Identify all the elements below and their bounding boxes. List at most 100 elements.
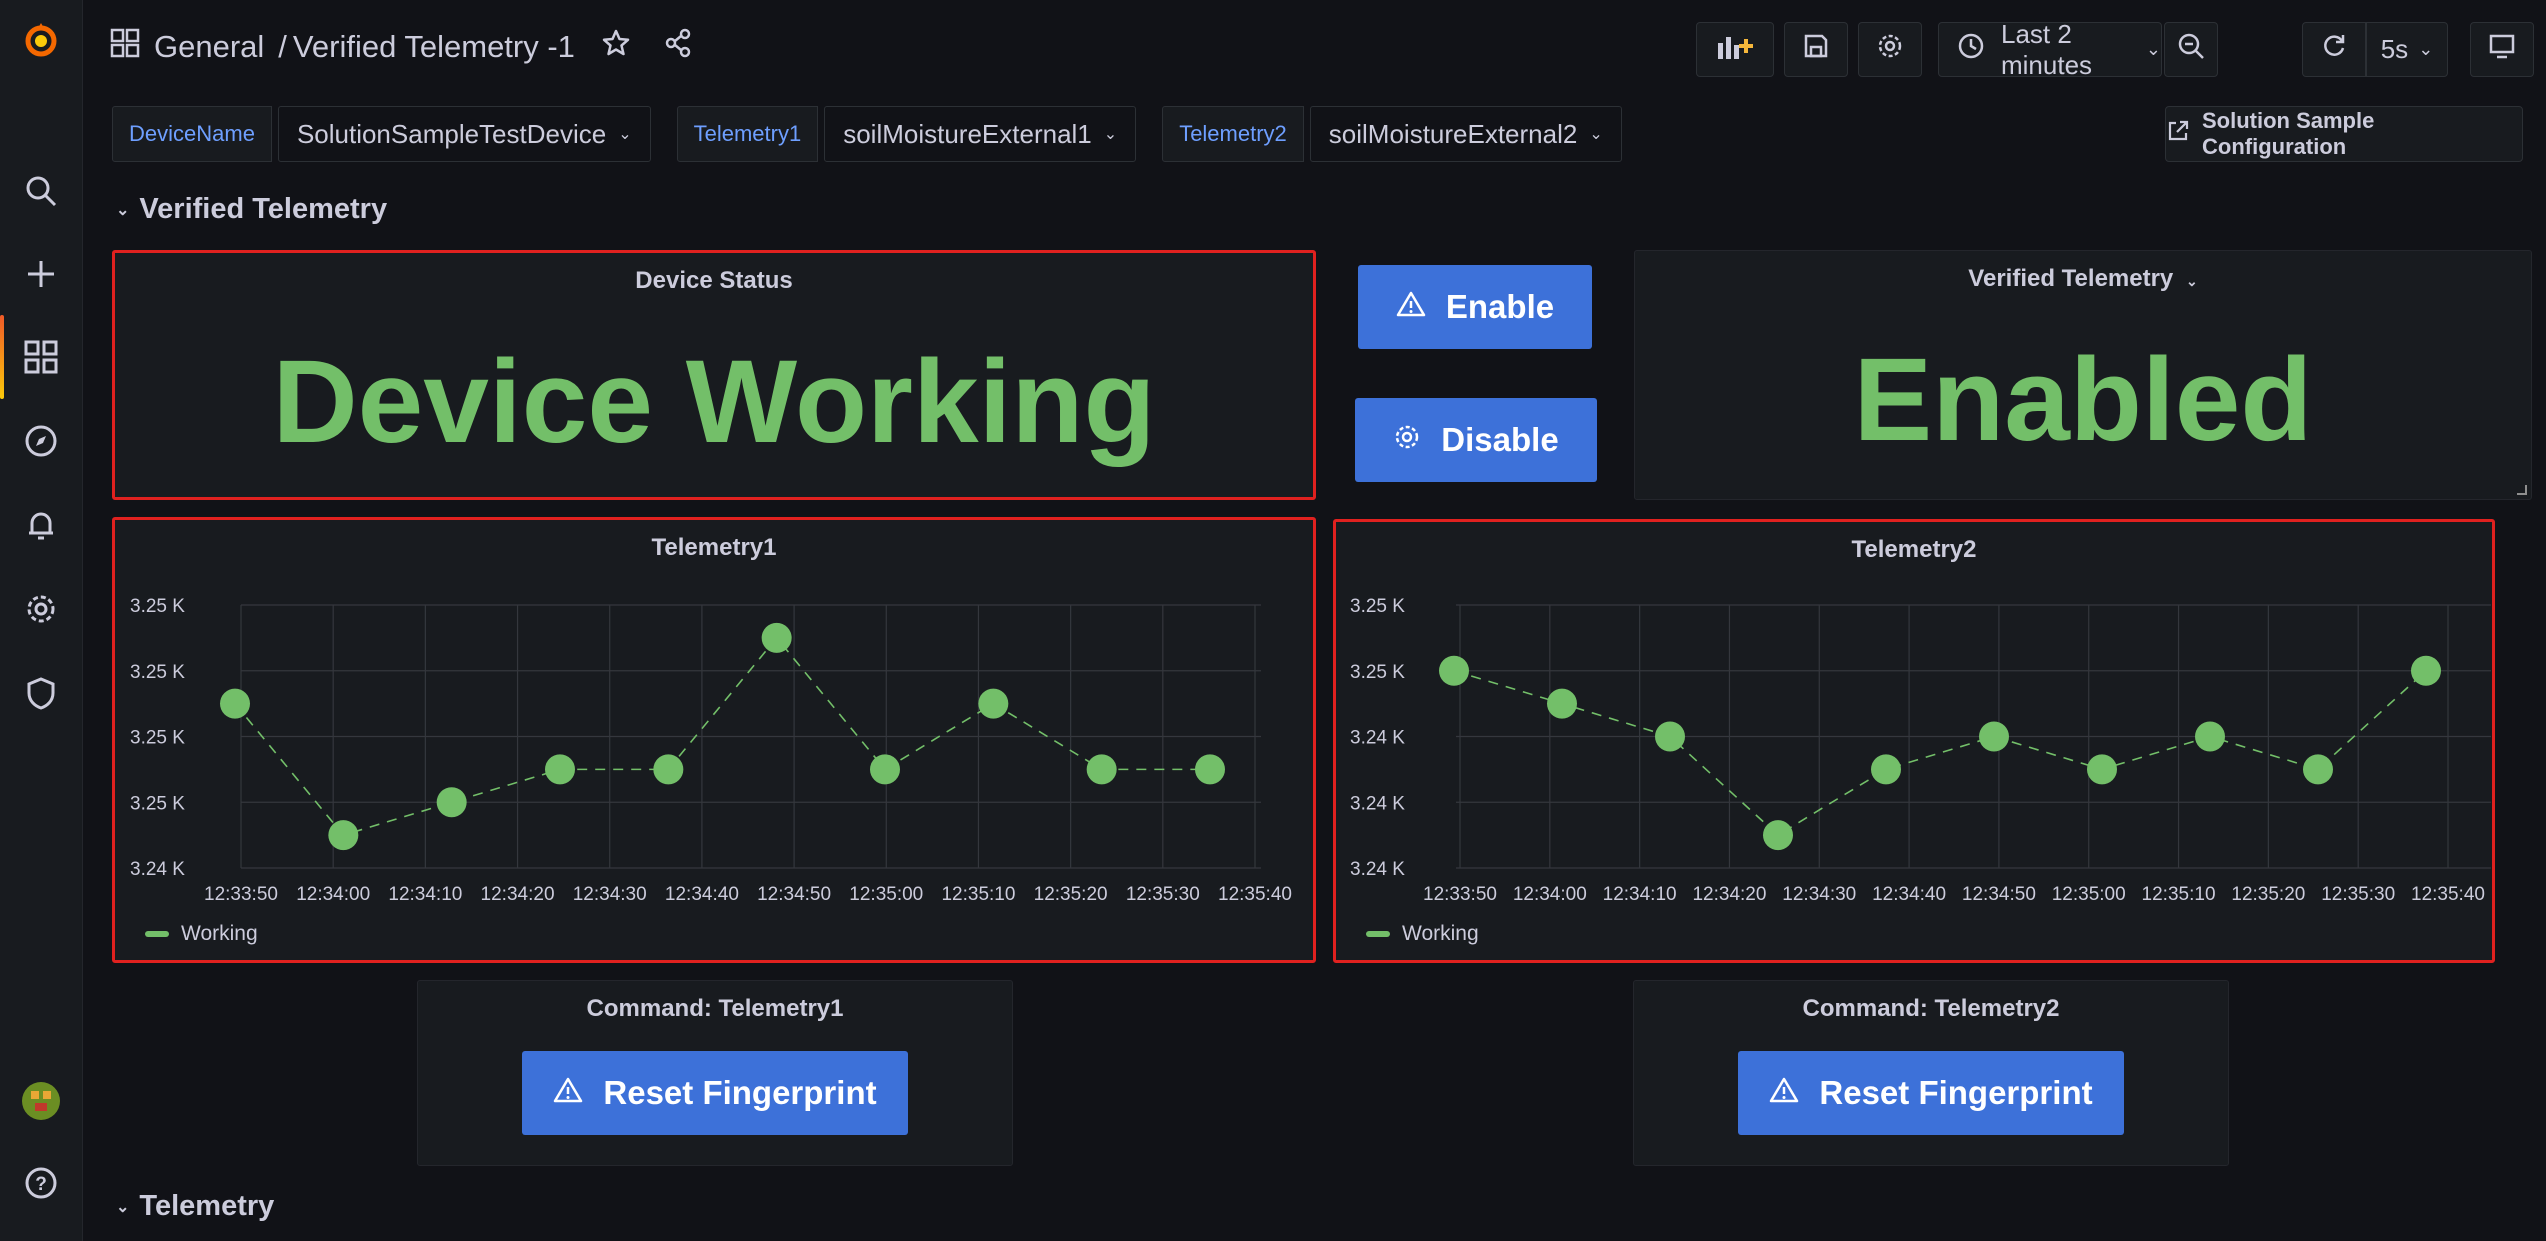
breadcrumb-separator: / [278, 29, 287, 64]
warning-icon [553, 1074, 583, 1112]
x-tick-label: 12:33:50 [204, 884, 278, 905]
reset-label: Reset Fingerprint [603, 1074, 877, 1111]
row-telemetry[interactable]: ⌄ Telemetry [116, 1190, 274, 1223]
row-verified-telemetry[interactable]: ⌄ Verified Telemetry [116, 193, 387, 226]
legend-swatch [145, 931, 169, 937]
x-tick-label: 12:34:40 [665, 884, 739, 905]
chart-legend[interactable]: Working [145, 922, 258, 946]
warning-icon [1396, 288, 1426, 326]
command-telemetry1-panel: Command: Telemetry1 Reset Fingerprint [417, 980, 1013, 1166]
y-tick-label: 3.25 K [130, 596, 185, 617]
legend-label: Working [1402, 922, 1479, 945]
var-label-telemetry1: Telemetry1 [676, 106, 819, 162]
dashboard-settings-button[interactable] [1858, 22, 1922, 77]
data-point [220, 688, 250, 719]
enable-button[interactable]: Enable [1358, 265, 1592, 349]
data-point [1655, 721, 1685, 752]
data-point [545, 754, 575, 785]
telemetry2-panel: Telemetry2 12:33:50 12:34:00 12:34:10 12:34… [1333, 519, 2495, 963]
data-point [2195, 721, 2225, 752]
star-icon[interactable] [601, 28, 631, 66]
top-navbar: General / Verified Telemetry -1 Last 2 m… [84, 0, 2546, 100]
enable-label: Enable [1445, 288, 1555, 325]
telemetry2-chart: 12:33:50 12:34:00 12:34:10 12:34:20 12:34:30… [1350, 596, 2491, 905]
solution-config-label: Solution Sample Configuration [2202, 108, 2375, 159]
row-title-telemetry: Telemetry [139, 1190, 275, 1222]
chevron-down-icon: ⌄ [116, 201, 130, 219]
dashboards-icon[interactable] [20, 336, 62, 378]
save-icon [1803, 33, 1829, 66]
var-select-telemetry1[interactable]: soilMoistureExternal1 ⌄ [824, 106, 1137, 162]
y-tick-label: 3.25 K [130, 793, 185, 814]
explore-compass-icon[interactable] [20, 420, 62, 462]
chevron-down-icon: ⌄ [2185, 273, 2198, 289]
x-tick-label: 12:35:20 [2231, 884, 2305, 905]
zoom-out-button[interactable] [2164, 22, 2218, 77]
var-select-telemetry2[interactable]: soilMoistureExternal2 ⌄ [1309, 106, 1622, 162]
warning-icon [1769, 1074, 1799, 1112]
gear-icon [1393, 421, 1421, 459]
grafana-logo-icon[interactable] [20, 20, 62, 62]
chevron-down-icon: ⌄ [618, 126, 632, 143]
refresh-button[interactable] [2302, 22, 2366, 77]
telemetry1-panel: Telemetry1 12:33:50 12:34:00 12:34:10 12:34… [112, 517, 1316, 963]
chevron-down-icon: ⌄ [2418, 39, 2434, 59]
refresh-interval-label: 5s [2380, 34, 2409, 64]
zoom-out-icon [2177, 32, 2205, 67]
data-point [870, 754, 900, 785]
data-point [2087, 754, 2117, 785]
x-tick-label: 12:34:40 [1872, 884, 1946, 905]
device-status-value: Device Working [272, 336, 1156, 468]
data-point [1979, 721, 2009, 752]
user-avatar[interactable] [20, 1080, 62, 1122]
row-title-verified: Verified Telemetry [139, 193, 388, 225]
x-tick-label: 12:35:10 [2142, 884, 2216, 905]
breadcrumb-folder[interactable]: General [154, 29, 264, 65]
dashboard-title[interactable]: Verified Telemetry -1 [293, 29, 575, 65]
x-tick-label: 12:34:30 [1782, 884, 1856, 905]
shield-icon[interactable] [20, 672, 62, 714]
data-point [328, 820, 359, 851]
reset-fingerprint-1-button[interactable]: Reset Fingerprint [522, 1051, 908, 1135]
x-tick-label: 12:34:30 [573, 884, 647, 905]
panel-title: Device Status [635, 267, 793, 294]
x-tick-label: 12:35:40 [2411, 884, 2485, 905]
help-icon[interactable]: ? [20, 1162, 62, 1204]
reset-label: Reset Fingerprint [1819, 1074, 2093, 1111]
data-point [978, 688, 1009, 719]
solution-config-link[interactable]: Solution Sample Configuration [2165, 106, 2523, 162]
time-range-picker[interactable]: Last 2 minutes ⌄ [1938, 19, 2162, 80]
data-point [1547, 688, 1577, 719]
command-telemetry2-panel: Command: Telemetry2 Reset Fingerprint [1633, 980, 2229, 1166]
verified-telemetry-value: Enabled [1853, 334, 2313, 466]
data-point [436, 787, 467, 818]
plus-icon[interactable] [20, 253, 62, 295]
chart-legend[interactable]: Working [1366, 922, 1479, 946]
var-value-telemetry2: soilMoistureExternal2 [1328, 118, 1578, 149]
tv-mode-button[interactable] [2470, 22, 2534, 77]
reset-fingerprint-2-button[interactable]: Reset Fingerprint [1738, 1051, 2124, 1135]
x-tick-label: 12:34:20 [481, 884, 555, 905]
x-tick-label: 12:35:10 [941, 884, 1015, 905]
x-tick-label: 12:33:50 [1423, 884, 1497, 905]
add-panel-button[interactable] [1696, 22, 1774, 77]
settings-gear-icon[interactable] [20, 588, 62, 630]
var-select-devicename[interactable]: SolutionSampleTestDevice ⌄ [277, 106, 651, 162]
breadcrumb: General / Verified Telemetry -1 [110, 28, 693, 66]
variables-bar: DeviceName SolutionSampleTestDevice ⌄ Te… [112, 106, 1622, 162]
chevron-down-icon: ⌄ [1589, 126, 1603, 143]
search-icon[interactable] [20, 170, 62, 212]
y-tick-label: 3.24 K [1350, 859, 1405, 880]
panel-title-verified[interactable]: Verified Telemetry ⌄ [1635, 265, 2531, 293]
data-point [1763, 820, 1793, 851]
legend-swatch [1366, 931, 1390, 937]
save-dashboard-button[interactable] [1784, 22, 1848, 77]
disable-button[interactable]: Disable [1355, 398, 1597, 482]
alerting-bell-icon[interactable] [20, 504, 62, 546]
share-icon[interactable] [663, 28, 693, 66]
refresh-interval-picker[interactable]: 5s ⌄ [2366, 22, 2448, 77]
series-line [1453, 669, 2427, 837]
telemetry1-chart: 12:33:50 12:34:00 12:34:10 12:34:20 12:34:30… [130, 596, 1292, 905]
resize-handle-icon[interactable] [2517, 485, 2527, 495]
x-tick-label: 12:35:00 [2052, 884, 2126, 905]
